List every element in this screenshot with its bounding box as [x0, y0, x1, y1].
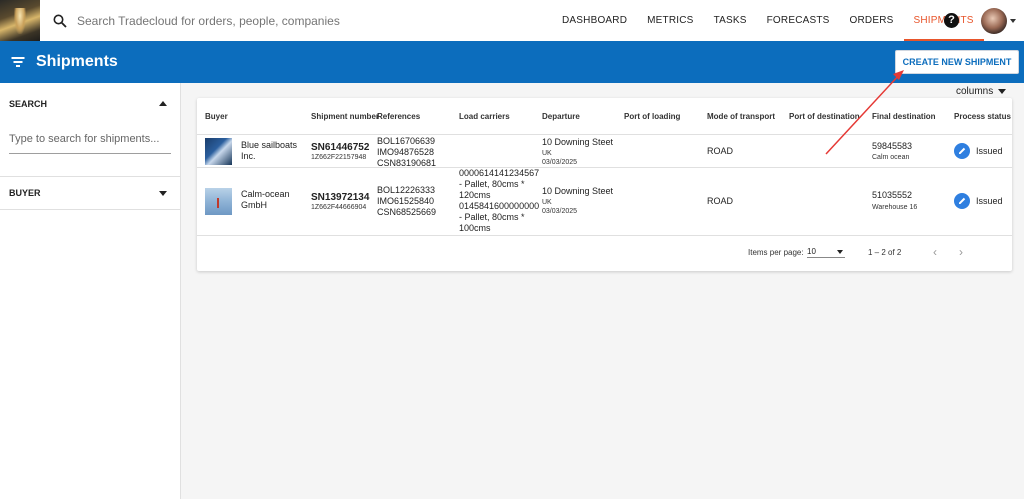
- edit-icon[interactable]: [954, 143, 970, 159]
- search-section-title: SEARCH: [9, 98, 48, 109]
- references: BOL16706639 IMO94876528 CSN83190681: [377, 136, 436, 169]
- buyer-logo: [205, 188, 232, 215]
- search-section: SEARCH Type to search for shipments...: [0, 83, 180, 177]
- reference-bol: BOL16706639: [377, 136, 436, 146]
- column-header-mode-of-transport[interactable]: Mode of transport: [707, 112, 775, 121]
- mode-of-transport: ROAD: [707, 196, 734, 206]
- buyer-name: Blue sailboats Inc.: [241, 140, 298, 161]
- nav-metrics[interactable]: METRICS: [637, 0, 703, 41]
- table-row[interactable]: Calm-ocean GmbH SN13972134 1Z662F4466690…: [197, 168, 1012, 236]
- departure-country: UK: [542, 199, 552, 206]
- shipment-tracking: 1Z662F44666904: [311, 204, 367, 211]
- nav-dashboard[interactable]: DASHBOARD: [552, 0, 637, 41]
- search-section-header[interactable]: SEARCH: [0, 83, 180, 124]
- departure-date: 03/03/2025: [542, 159, 578, 166]
- shipment-search-input[interactable]: Type to search for shipments...: [9, 124, 171, 154]
- columns-button[interactable]: columns: [956, 86, 1007, 97]
- page-title: Shipments: [36, 53, 118, 70]
- search-icon[interactable]: [53, 14, 67, 28]
- buyer-name: Calm-ocean GmbH: [241, 189, 290, 210]
- columns-label: columns: [956, 86, 994, 97]
- load-carrier-line: - Pallet, 80cms *: [459, 179, 525, 189]
- table-header: Buyer Shipment number References Load ca…: [197, 98, 1012, 135]
- buyer-section: BUYER: [0, 177, 180, 210]
- column-header-process-status[interactable]: Process status: [954, 112, 1011, 121]
- departure-country: UK: [542, 150, 552, 157]
- reference-imo: IMO94876528: [377, 147, 435, 157]
- app-logo[interactable]: [0, 0, 40, 41]
- chevron-down-icon[interactable]: [159, 190, 167, 196]
- column-header-references[interactable]: References: [377, 112, 420, 121]
- buyer-section-header[interactable]: BUYER: [0, 177, 180, 209]
- chevron-down-icon: [837, 250, 843, 254]
- filter-sidebar: SEARCH Type to search for shipments... B…: [0, 83, 181, 499]
- nav-orders[interactable]: ORDERS: [840, 0, 904, 41]
- mode-of-transport: ROAD: [707, 146, 734, 156]
- table-row[interactable]: Blue sailboats Inc. SN61446752 1Z662F221…: [197, 135, 1012, 168]
- next-page-icon[interactable]: ›: [956, 246, 966, 258]
- column-header-port-of-destination[interactable]: Port of destination: [789, 112, 860, 121]
- paginator: Items per page: 10 1 – 2 of 2 ‹ ›: [197, 236, 1012, 268]
- page-range: 1 – 2 of 2: [868, 248, 902, 257]
- nav-forecasts[interactable]: FORECASTS: [757, 0, 840, 41]
- main-nav: DASHBOARD METRICS TASKS FORECASTS ORDERS…: [552, 0, 984, 41]
- load-carrier-line: - Pallet, 80cms *: [459, 212, 525, 222]
- status-badge: Issued: [976, 146, 1003, 156]
- edit-icon[interactable]: [954, 193, 970, 209]
- status-badge: Issued: [976, 196, 1003, 206]
- column-header-buyer[interactable]: Buyer: [205, 112, 228, 121]
- column-header-port-of-loading[interactable]: Port of loading: [624, 112, 680, 121]
- top-bar: Search Tradecloud for orders, people, co…: [0, 0, 1024, 41]
- load-carriers: 0000614141234567 - Pallet, 80cms * 120cm…: [459, 168, 544, 234]
- reference-bol: BOL12226333: [377, 185, 436, 195]
- column-header-final-destination[interactable]: Final destination: [872, 112, 936, 121]
- load-carrier-line: 0145841600000000: [459, 201, 540, 211]
- chevron-up-icon[interactable]: [159, 101, 167, 106]
- help-icon[interactable]: ?: [944, 13, 959, 28]
- reference-csn: CSN68525669: [377, 207, 437, 217]
- final-destination: 59845583: [872, 141, 913, 151]
- references: BOL12226333 IMO61525840 CSN68525669: [377, 185, 436, 218]
- final-destination-name: Calm ocean: [872, 154, 910, 161]
- chevron-down-icon[interactable]: [1010, 19, 1016, 23]
- buyer-section-title: BUYER: [9, 188, 41, 198]
- buyer-logo: [205, 138, 232, 165]
- shipment-number[interactable]: SN61446752: [311, 142, 369, 153]
- reference-imo: IMO61525840: [377, 196, 435, 206]
- column-header-load-carriers[interactable]: Load carriers: [459, 112, 510, 121]
- page-header: Shipments CREATE NEW SHIPMENT: [0, 41, 1024, 83]
- final-destination: 51035552: [872, 190, 913, 200]
- nav-tasks[interactable]: TASKS: [704, 0, 757, 41]
- load-carrier-line: 0000614141234567: [459, 168, 540, 178]
- shipment-tracking: 1Z662F22157948: [311, 154, 367, 161]
- user-avatar[interactable]: [981, 8, 1007, 34]
- final-destination-name: Warehouse 16: [872, 204, 918, 211]
- shipments-table: Buyer Shipment number References Load ca…: [197, 98, 1012, 271]
- column-header-departure[interactable]: Departure: [542, 112, 580, 121]
- filter-icon[interactable]: [11, 56, 25, 68]
- items-per-page-select[interactable]: 10: [807, 244, 845, 258]
- previous-page-icon[interactable]: ‹: [930, 246, 940, 258]
- load-carrier-line: 100cms: [459, 223, 491, 233]
- global-search-input[interactable]: Search Tradecloud for orders, people, co…: [77, 14, 457, 28]
- column-header-shipment-number[interactable]: Shipment number: [311, 112, 379, 121]
- departure-date: 03/03/2025: [542, 208, 578, 215]
- shipment-number[interactable]: SN13972134: [311, 192, 369, 203]
- departure-address: 10 Downing Steet: [542, 186, 614, 196]
- create-new-shipment-button[interactable]: CREATE NEW SHIPMENT: [895, 50, 1019, 74]
- load-carrier-line: 120cms: [459, 190, 491, 200]
- chevron-down-icon: [998, 89, 1007, 94]
- departure-address: 10 Downing Steet: [542, 137, 614, 147]
- items-per-page-value: 10: [807, 247, 816, 256]
- items-per-page-label: Items per page:: [748, 248, 804, 257]
